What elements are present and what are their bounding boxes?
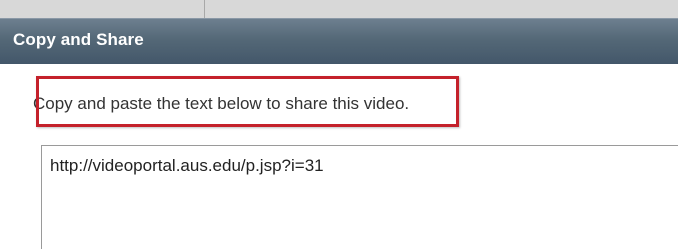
share-url-textarea[interactable]: http://videoportal.aus.edu/p.jsp?i=31 — [41, 145, 678, 249]
copy-share-dialog: Copy and Share Copy and paste the text b… — [0, 18, 678, 249]
share-url-value: http://videoportal.aus.edu/p.jsp?i=31 — [50, 156, 324, 175]
dialog-titlebar[interactable]: Copy and Share — [0, 18, 678, 64]
dialog-title: Copy and Share — [13, 30, 144, 49]
dialog-body: Copy and paste the text below to share t… — [0, 64, 678, 249]
instructions-text: Copy and paste the text below to share t… — [33, 94, 410, 113]
